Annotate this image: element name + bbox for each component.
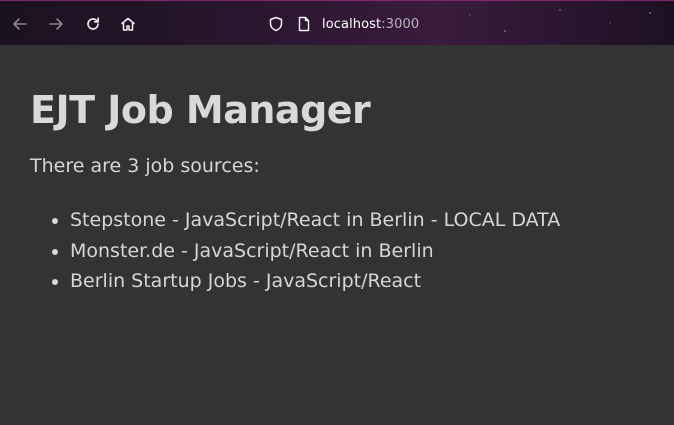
back-arrow-icon: [13, 18, 27, 30]
intro-text: There are 3 job sources:: [30, 155, 260, 177]
home-icon: [121, 17, 135, 31]
page-content: EJT Job Manager There are 3 job sources:…: [0, 87, 674, 297]
address-bar[interactable]: localhost:3000: [268, 13, 419, 35]
url-host: localhost: [322, 16, 382, 32]
list-item: Berlin Startup Jobs - JavaScript/React: [70, 266, 644, 297]
home-button[interactable]: [117, 13, 139, 35]
page-title: EJT Job Manager: [30, 88, 371, 132]
reload-icon: [87, 17, 99, 30]
back-button[interactable]: [9, 13, 31, 35]
reload-button[interactable]: [82, 13, 104, 35]
job-sources-list: Stepstone - JavaScript/React in Berlin -…: [30, 205, 644, 297]
url-text[interactable]: localhost:3000: [322, 17, 419, 32]
forward-arrow-icon: [49, 18, 63, 30]
list-item: Monster.de - JavaScript/React in Berlin: [70, 236, 644, 267]
forward-button[interactable]: [45, 13, 67, 35]
page-icon[interactable]: [296, 16, 312, 32]
browser-toolbar: localhost:3000: [0, 0, 674, 45]
list-item: Stepstone - JavaScript/React in Berlin -…: [70, 205, 644, 236]
url-port: :3000: [381, 16, 420, 32]
shield-icon[interactable]: [268, 16, 284, 32]
